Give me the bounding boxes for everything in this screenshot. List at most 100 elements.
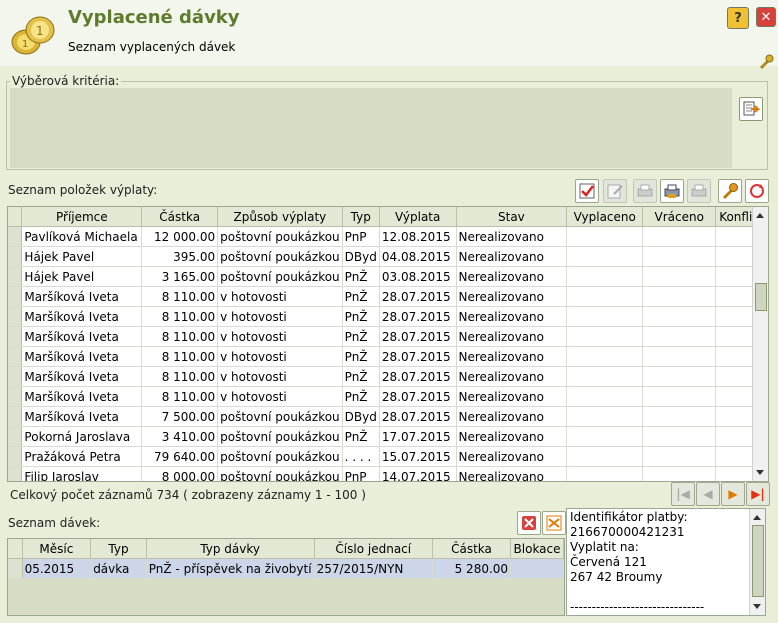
help-button[interactable]: ? — [727, 7, 749, 29]
scrollbar-thumb[interactable] — [752, 525, 764, 597]
table-cell: PnŽ — [342, 326, 380, 347]
table-row[interactable]: Maršíková Iveta 8 110.00 v hotovosti PnŽ 28.… — [8, 326, 768, 347]
table-row[interactable]: Pražáková Petra 79 640.00 poštovní poukázk… — [8, 446, 768, 467]
help-icon: ? — [734, 10, 742, 26]
table-row[interactable]: Hájek Pavel 395.00 poštovní poukázkou DByd 0… — [8, 246, 768, 267]
table-row[interactable]: Pavlíková Michaela 12 000.00 poštovní pouk… — [8, 226, 768, 247]
table-cell: Nerealizovano — [456, 306, 568, 327]
table-cell — [566, 446, 644, 467]
scroll-up-icon[interactable] — [756, 213, 764, 218]
column-header[interactable]: Příjemce — [21, 207, 143, 227]
column-header[interactable]: Typ — [90, 539, 147, 559]
column-header[interactable]: Typ — [342, 207, 380, 227]
scroll-up-icon[interactable] — [753, 515, 761, 520]
table-cell — [566, 306, 644, 327]
prev-page-button[interactable]: ◀ — [696, 482, 720, 506]
column-header[interactable]: Měsíc — [22, 539, 92, 559]
row-selector[interactable] — [8, 386, 23, 407]
table-cell: Hájek Pavel — [21, 246, 143, 267]
last-page-button[interactable]: ▶| — [746, 482, 770, 506]
table-cell: PnŽ — [342, 286, 380, 307]
check-icon — [579, 183, 595, 199]
table-cell: 15.07.2015 — [379, 446, 457, 467]
print-button[interactable] — [633, 179, 657, 203]
batches-grid: Měsíc Typ Typ dávky Číslo jednací Částka Blok… — [8, 539, 564, 579]
approve-button[interactable] — [575, 179, 599, 203]
table-row[interactable]: Maršíková Iveta 8 110.00 v hotovosti PnŽ 28.… — [8, 366, 768, 387]
column-header[interactable]: Typ dávky — [146, 539, 315, 559]
table-cell: DByd — [342, 246, 380, 267]
column-header[interactable]: Výplata — [379, 207, 457, 227]
row-selector[interactable] — [8, 326, 23, 347]
table-cell: 04.08.2015 — [379, 246, 457, 267]
row-selector[interactable] — [8, 286, 23, 307]
column-header[interactable]: Stav — [456, 207, 568, 227]
column-header[interactable]: Vráceno — [642, 207, 717, 227]
row-selector[interactable] — [8, 446, 23, 467]
scroll-down-icon[interactable] — [753, 604, 761, 609]
row-selector[interactable] — [8, 346, 23, 367]
table-cell: poštovní poukázkou — [217, 266, 343, 287]
table-cell: DByd — [342, 406, 380, 427]
wrench-icon[interactable] — [758, 54, 774, 70]
row-selector[interactable] — [8, 366, 23, 387]
table-row[interactable]: Maršíková Iveta 8 110.00 v hotovosti PnŽ 28.… — [8, 346, 768, 367]
split-batch-button[interactable] — [542, 511, 566, 535]
payments-scrollbar[interactable] — [752, 207, 768, 481]
close-button[interactable]: ✕ — [756, 7, 776, 27]
refresh-button[interactable] — [745, 179, 769, 203]
table-cell — [566, 366, 644, 387]
table-row[interactable]: 05.2015 dávka PnŽ - příspěvek na živobytí 2… — [8, 558, 564, 579]
table-cell: Nerealizovano — [456, 346, 568, 367]
column-header[interactable]: Blokace — [510, 539, 564, 559]
scrollbar-thumb[interactable] — [755, 283, 767, 311]
row-selector[interactable] — [8, 226, 23, 247]
row-selector[interactable] — [8, 246, 23, 267]
table-cell — [642, 226, 717, 247]
first-page-button[interactable]: |◀ — [671, 482, 695, 506]
table-cell: poštovní poukázkou — [217, 426, 343, 447]
table-cell: poštovní poukázkou — [217, 446, 343, 467]
column-header[interactable]: Způsob výplaty — [217, 207, 343, 227]
next-page-button[interactable]: ▶ — [721, 482, 745, 506]
table-cell: Maršíková Iveta — [21, 406, 143, 427]
row-selector[interactable] — [8, 466, 23, 481]
print-color-button[interactable] — [660, 179, 684, 203]
table-row[interactable]: Maršíková Iveta 8 110.00 v hotovosti PnŽ 28.… — [8, 386, 768, 407]
table-row[interactable]: Hájek Pavel 3 165.00 poštovní poukázkou PnŽ… — [8, 266, 768, 287]
row-selector[interactable] — [8, 558, 23, 579]
row-selector[interactable] — [8, 306, 23, 327]
column-header[interactable]: Číslo jednací — [314, 539, 433, 559]
column-header[interactable]: Částka — [432, 539, 512, 559]
svg-text:1: 1 — [22, 39, 28, 50]
print-color-icon — [664, 184, 680, 198]
column-header[interactable]: Vyplaceno — [566, 207, 644, 227]
payments-table[interactable]: Příjemce Částka Způsob výplaty Typ Výplata St… — [7, 206, 769, 482]
table-row[interactable]: Pokorná Jaroslava 3 410.00 poštovní poukáz… — [8, 426, 768, 447]
row-selector[interactable] — [8, 426, 23, 447]
payment-detail-panel[interactable]: Identifikátor platby: 216670000421231 Vy… — [566, 508, 766, 616]
row-selector[interactable] — [8, 266, 23, 287]
table-cell: PnŽ — [342, 426, 380, 447]
table-row[interactable]: Maršíková Iveta 8 110.00 v hotovosti PnŽ 28.… — [8, 306, 768, 327]
table-row[interactable]: Maršíková Iveta 7 500.00 poštovní poukázko… — [8, 406, 768, 427]
batches-table[interactable]: Měsíc Typ Typ dávky Číslo jednací Částka Blok… — [7, 538, 565, 616]
column-header[interactable]: Částka — [141, 207, 219, 227]
detail-scrollbar[interactable] — [749, 509, 765, 615]
print-alt-icon — [691, 184, 707, 197]
delete-batch-button[interactable] — [517, 511, 541, 535]
row-selector[interactable] — [8, 406, 23, 427]
settings-button[interactable] — [718, 179, 742, 203]
delete-icon — [522, 516, 536, 530]
table-row[interactable]: Maršíková Iveta 8 110.00 v hotovosti PnŽ 28.… — [8, 286, 768, 307]
edit-button[interactable] — [603, 179, 627, 203]
criteria-area[interactable] — [10, 88, 732, 168]
table-cell: 8 110.00 — [141, 286, 219, 307]
table-cell: 8 110.00 — [141, 386, 219, 407]
print-alt-button[interactable] — [687, 179, 711, 203]
table-cell: 12.08.2015 — [379, 226, 457, 247]
criteria-edit-button[interactable] — [739, 97, 763, 121]
scroll-down-icon[interactable] — [756, 470, 764, 475]
table-row[interactable]: Filip Jaroslav 8 000.00 poštovní poukázkou… — [8, 466, 768, 481]
table-cell: 3 410.00 — [141, 426, 219, 447]
